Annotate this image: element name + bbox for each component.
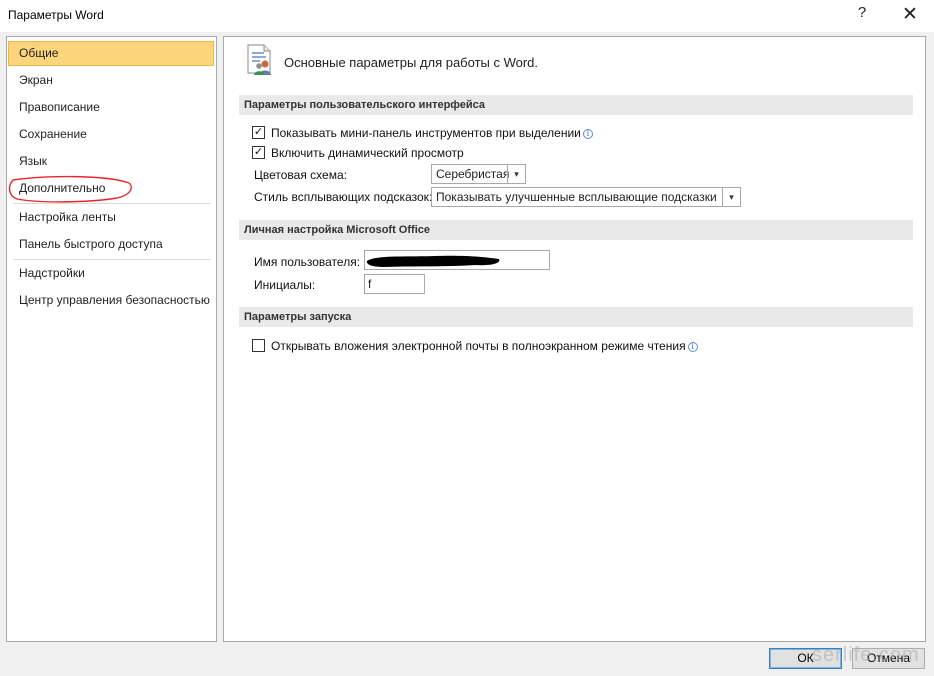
color-scheme-dropdown[interactable]: Серебристая ▾ [431, 164, 526, 184]
section-header-startup: Параметры запуска [239, 307, 913, 327]
title-bar: Параметры Word ? ✕ [0, 0, 934, 32]
nav-divider [13, 259, 211, 260]
open-attachments-checkbox[interactable] [252, 339, 265, 352]
options-panel: Основные параметры для работы с Word. Па… [223, 36, 926, 642]
category-list: Общие Экран Правописание Сохранение Язык… [6, 36, 217, 642]
help-icon[interactable]: ? [852, 4, 872, 26]
nav-item-save[interactable]: Сохранение [8, 122, 214, 147]
info-icon[interactable]: i [582, 129, 593, 139]
section-header-ui: Параметры пользовательского интерфейса [239, 95, 913, 115]
page-title: Основные параметры для работы с Word. [284, 55, 539, 70]
chevron-down-icon: ▾ [507, 165, 525, 183]
window-title: Параметры Word [8, 8, 104, 22]
open-attachments-label[interactable]: Открывать вложения электронной почты в п… [271, 339, 686, 353]
info-icon[interactable]: i [687, 342, 698, 352]
nav-item-language[interactable]: Язык [8, 149, 214, 174]
color-scheme-value: Серебристая [436, 167, 510, 181]
mini-toolbar-row: Показывать мини-панель инструментов при … [271, 126, 593, 140]
nav-item-trust-center[interactable]: Центр управления безопасностью [8, 288, 214, 313]
color-scheme-label: Цветовая схема: [254, 168, 347, 182]
tooltip-style-dropdown[interactable]: Показывать улучшенные всплывающие подска… [431, 187, 741, 207]
mini-toolbar-label[interactable]: Показывать мини-панель инструментов при … [271, 126, 581, 140]
tooltip-style-value: Показывать улучшенные всплывающие подска… [436, 190, 717, 204]
nav-item-customize-ribbon[interactable]: Настройка ленты [8, 205, 214, 230]
username-input[interactable] [364, 250, 550, 270]
nav-item-display[interactable]: Экран [8, 68, 214, 93]
live-preview-checkbox[interactable]: ✓ [252, 146, 265, 159]
tooltip-style-label: Стиль всплывающих подсказок: [254, 190, 433, 204]
nav-item-quick-access-toolbar[interactable]: Панель быстрого доступа [8, 232, 214, 257]
cancel-button[interactable]: Отмена [852, 648, 925, 669]
ok-button[interactable]: ОК [769, 648, 842, 669]
general-options-icon [247, 44, 271, 75]
initials-input[interactable]: f [364, 274, 425, 294]
initials-label: Инициалы: [254, 278, 316, 292]
nav-item-general[interactable]: Общие [8, 41, 214, 66]
nav-item-advanced[interactable]: Дополнительно [8, 176, 214, 201]
mini-toolbar-checkbox[interactable]: ✓ [252, 126, 265, 139]
open-attachments-row: Открывать вложения электронной почты в п… [271, 339, 698, 353]
nav-item-add-ins[interactable]: Надстройки [8, 261, 214, 286]
nav-divider [13, 203, 211, 204]
close-icon[interactable]: ✕ [896, 3, 924, 27]
redaction-mark [366, 255, 500, 267]
nav-item-proofing[interactable]: Правописание [8, 95, 214, 120]
chevron-down-icon: ▾ [722, 188, 740, 206]
section-header-personal: Личная настройка Microsoft Office [239, 220, 913, 240]
username-label: Имя пользователя: [254, 255, 361, 269]
live-preview-label[interactable]: Включить динамический просмотр [271, 146, 464, 160]
